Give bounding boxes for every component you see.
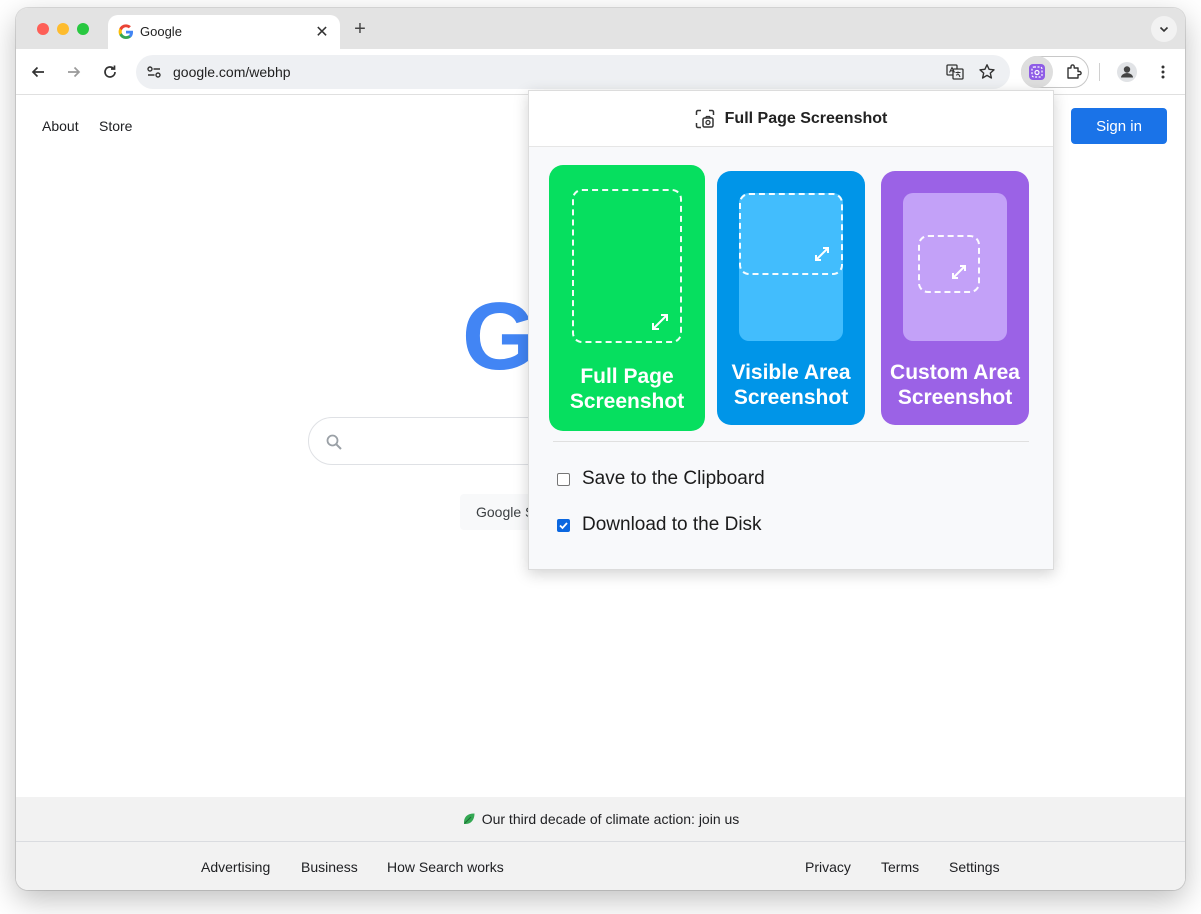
footer-link-business[interactable]: Business — [301, 859, 358, 875]
footer-link-how-search-works[interactable]: How Search works — [387, 859, 504, 875]
bookmark-star-icon[interactable] — [978, 63, 996, 81]
screenshot-extension-icon — [1029, 64, 1045, 80]
climate-banner: Our third decade of climate action: join… — [16, 797, 1185, 842]
extensions-button[interactable] — [1061, 59, 1087, 85]
expand-arrows-icon — [652, 314, 668, 330]
save-clipboard-checkbox[interactable] — [557, 472, 570, 486]
footer-link-settings[interactable]: Settings — [949, 859, 1000, 875]
download-disk-option[interactable]: Download to the Disk — [557, 514, 762, 536]
popup-header: Full Page Screenshot — [529, 91, 1053, 147]
profile-avatar-icon — [1117, 62, 1137, 82]
tab-close-icon[interactable]: ✕ — [310, 20, 334, 44]
menu-button[interactable] — [1150, 59, 1176, 85]
tab-title: Google — [140, 24, 182, 39]
search-icon — [326, 434, 342, 450]
new-tab-button[interactable]: + — [348, 17, 372, 41]
chevron-down-icon — [1159, 26, 1169, 33]
custom-area-screenshot-card[interactable]: Custom Area Screenshot — [881, 171, 1029, 425]
forward-button[interactable] — [61, 59, 87, 85]
full-page-label-line2: Screenshot — [569, 390, 685, 413]
address-bar[interactable]: google.com/webhp — [136, 55, 1010, 89]
popup-title: Full Page Screenshot — [724, 109, 888, 127]
google-favicon-icon — [118, 24, 133, 39]
site-settings-icon[interactable] — [146, 64, 162, 80]
visible-area-label-line1: Visible Area — [731, 361, 851, 384]
climate-link[interactable]: Our third decade of climate action: join… — [482, 811, 740, 827]
visible-area-label-line2: Screenshot — [733, 386, 849, 409]
minimize-window-button[interactable] — [57, 23, 69, 35]
google-logo: G — [462, 283, 537, 390]
full-page-label: Full Page Screenshot — [549, 364, 705, 414]
custom-area-label-line1: Custom Area — [890, 361, 1020, 384]
custom-area-label: Custom Area Screenshot — [881, 360, 1029, 410]
custom-area-label-line2: Screenshot — [897, 386, 1013, 409]
visible-area-label: Visible Area Screenshot — [717, 360, 865, 410]
footer-link-privacy[interactable]: Privacy — [805, 859, 851, 875]
footer-link-terms[interactable]: Terms — [881, 859, 919, 875]
tab-search-button[interactable] — [1151, 16, 1177, 42]
sign-in-button[interactable]: Sign in — [1071, 108, 1167, 144]
leaf-icon — [463, 813, 475, 825]
full-page-label-line1: Full Page — [580, 365, 674, 388]
popup-divider — [553, 441, 1029, 442]
about-link[interactable]: About — [42, 118, 79, 134]
download-disk-checkbox[interactable] — [557, 518, 570, 532]
screenshot-popup: Full Page Screenshot Full Page Screensho… — [528, 90, 1054, 570]
reload-button[interactable] — [97, 59, 123, 85]
expand-arrows-icon — [815, 247, 829, 261]
download-disk-label: Download to the Disk — [582, 514, 762, 535]
checkmark-icon — [559, 521, 568, 529]
visible-area-screenshot-card[interactable]: Visible Area Screenshot — [717, 171, 865, 425]
screenshot-extension-button[interactable] — [1021, 56, 1053, 88]
back-button[interactable] — [25, 59, 51, 85]
save-clipboard-label: Save to the Clipboard — [582, 468, 765, 489]
full-page-screenshot-card[interactable]: Full Page Screenshot — [549, 165, 705, 431]
screenshot-camera-icon — [695, 109, 714, 128]
more-vertical-icon — [1161, 65, 1165, 79]
arrow-left-icon — [31, 66, 44, 78]
browser-toolbar: google.com/webhp — [16, 49, 1185, 95]
close-window-button[interactable] — [37, 23, 49, 35]
tab-strip: Google ✕ + — [16, 8, 1185, 49]
browser-window: Google ✕ + google.com/webhp About Store … — [16, 8, 1185, 890]
maximize-window-button[interactable] — [77, 23, 89, 35]
profile-button[interactable] — [1114, 59, 1140, 85]
reload-icon — [104, 65, 116, 78]
store-link[interactable]: Store — [99, 118, 132, 134]
url-text[interactable]: google.com/webhp — [173, 64, 291, 80]
footer-link-advertising[interactable]: Advertising — [201, 859, 270, 875]
save-clipboard-option[interactable]: Save to the Clipboard — [557, 468, 765, 490]
footer: Our third decade of climate action: join… — [16, 797, 1185, 890]
expand-arrows-icon — [952, 265, 966, 279]
arrow-right-icon — [68, 66, 81, 78]
toolbar-separator — [1099, 63, 1100, 81]
puzzle-icon — [1067, 64, 1082, 79]
translate-icon[interactable] — [946, 63, 964, 81]
tab-google[interactable]: Google ✕ — [108, 15, 340, 49]
